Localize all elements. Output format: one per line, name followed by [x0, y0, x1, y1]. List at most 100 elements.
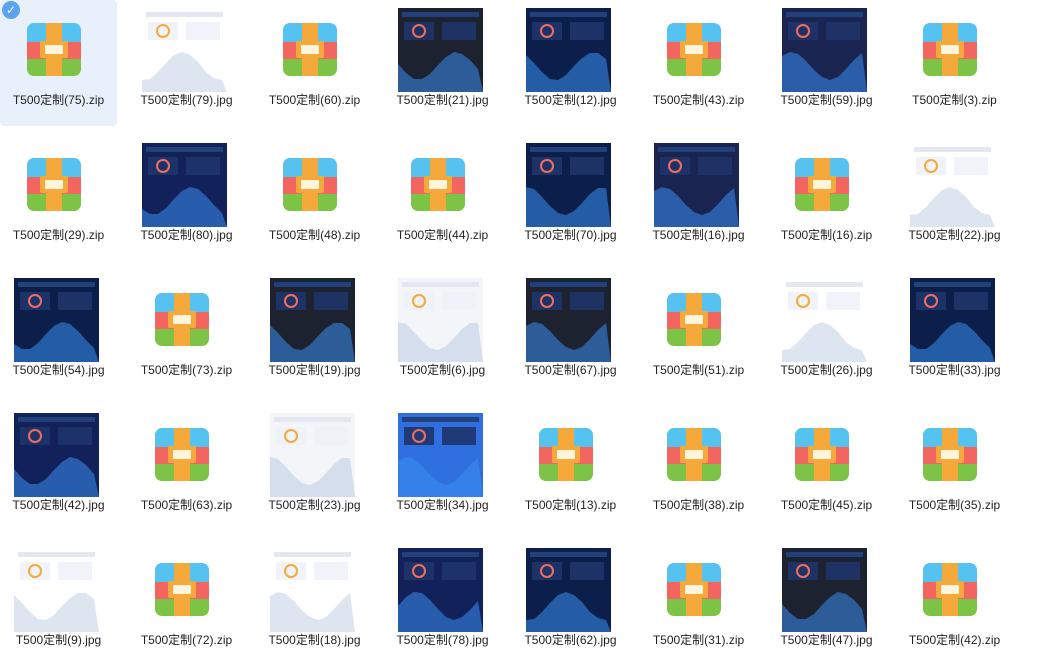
file-name-label: T500定制(12).jpg: [524, 93, 617, 107]
thumbnail-preview: [910, 143, 995, 227]
file-name-label: T500定制(44).zip: [396, 228, 489, 242]
file-item[interactable]: T500定制(42).zip: [896, 540, 1013, 666]
file-item[interactable]: T500定制(78).jpg: [384, 540, 501, 666]
file-item[interactable]: T500定制(79).jpg: [128, 0, 245, 126]
zip-archive-icon: [142, 278, 227, 362]
thumbnail-preview: [142, 143, 227, 227]
file-item[interactable]: T500定制(31).zip: [640, 540, 757, 666]
file-item[interactable]: T500定制(6).jpg: [384, 270, 501, 396]
file-item[interactable]: T500定制(62).jpg: [512, 540, 629, 666]
file-name-label: T500定制(62).jpg: [524, 633, 617, 647]
image-thumbnail: [270, 413, 355, 497]
file-name-label: T500定制(38).zip: [652, 498, 745, 512]
file-item[interactable]: T500定制(60).zip: [256, 0, 373, 126]
thumbnail-preview: [782, 548, 867, 632]
file-item[interactable]: T500定制(21).jpg: [384, 0, 501, 126]
image-thumbnail: [14, 413, 99, 497]
file-item[interactable]: T500定制(48).zip: [256, 135, 373, 261]
image-thumbnail: [142, 143, 227, 227]
image-thumbnail: [398, 548, 483, 632]
file-name-label: T500定制(29).zip: [12, 228, 105, 242]
file-name-label: T500定制(21).jpg: [396, 93, 489, 107]
file-name-label: T500定制(75).zip: [12, 93, 105, 107]
file-item[interactable]: T500定制(29).zip: [0, 135, 117, 261]
zip-archive-icon: [654, 548, 739, 632]
thumbnail-preview: [398, 413, 483, 497]
file-name-label: T500定制(33).jpg: [908, 363, 1001, 377]
file-item[interactable]: T500定制(59).jpg: [768, 0, 885, 126]
image-thumbnail: [654, 143, 739, 227]
zip-archive-icon: [782, 143, 867, 227]
thumbnail-preview: [526, 143, 611, 227]
file-name-label: T500定制(70).jpg: [524, 228, 617, 242]
file-item[interactable]: T500定制(26).jpg: [768, 270, 885, 396]
thumbnail-preview: [654, 143, 739, 227]
zip-archive-icon: [782, 413, 867, 497]
image-thumbnail: [270, 278, 355, 362]
file-name-label: T500定制(42).zip: [908, 633, 1001, 647]
zip-archive-icon: [14, 8, 99, 92]
file-item[interactable]: T500定制(67).jpg: [512, 270, 629, 396]
thumbnail-preview: [526, 278, 611, 362]
file-item[interactable]: T500定制(23).jpg: [256, 405, 373, 531]
file-item[interactable]: T500定制(16).zip: [768, 135, 885, 261]
file-item[interactable]: T500定制(12).jpg: [512, 0, 629, 126]
file-item[interactable]: T500定制(51).zip: [640, 270, 757, 396]
file-item[interactable]: T500定制(22).jpg: [896, 135, 1013, 261]
file-item[interactable]: T500定制(35).zip: [896, 405, 1013, 531]
file-name-label: T500定制(23).jpg: [268, 498, 361, 512]
file-name-label: T500定制(6).jpg: [399, 363, 486, 377]
file-item[interactable]: T500定制(43).zip: [640, 0, 757, 126]
file-item[interactable]: T500定制(44).zip: [384, 135, 501, 261]
file-item[interactable]: T500定制(47).jpg: [768, 540, 885, 666]
zip-archive-icon: [654, 278, 739, 362]
file-item[interactable]: T500定制(38).zip: [640, 405, 757, 531]
file-name-label: T500定制(43).zip: [652, 93, 745, 107]
file-item[interactable]: T500定制(9).jpg: [0, 540, 117, 666]
file-item[interactable]: T500定制(16).jpg: [640, 135, 757, 261]
file-name-label: T500定制(26).jpg: [780, 363, 873, 377]
file-name-label: T500定制(16).jpg: [652, 228, 745, 242]
file-item[interactable]: T500定制(42).jpg: [0, 405, 117, 531]
file-item[interactable]: T500定制(73).zip: [128, 270, 245, 396]
image-thumbnail: [782, 278, 867, 362]
file-name-label: T500定制(9).jpg: [15, 633, 102, 647]
file-item[interactable]: T500定制(54).jpg: [0, 270, 117, 396]
file-item[interactable]: T500定制(63).zip: [128, 405, 245, 531]
zip-archive-icon: [398, 143, 483, 227]
file-item[interactable]: T500定制(3).zip: [896, 0, 1013, 126]
file-item[interactable]: T500定制(80).jpg: [128, 135, 245, 261]
file-name-label: T500定制(42).jpg: [12, 498, 105, 512]
file-item[interactable]: T500定制(19).jpg: [256, 270, 373, 396]
file-name-label: T500定制(16).zip: [780, 228, 873, 242]
file-item[interactable]: T500定制(13).zip: [512, 405, 629, 531]
file-item[interactable]: T500定制(45).zip: [768, 405, 885, 531]
file-item[interactable]: T500定制(33).jpg: [896, 270, 1013, 396]
image-thumbnail: [270, 548, 355, 632]
file-item[interactable]: T500定制(70).jpg: [512, 135, 629, 261]
image-thumbnail: [910, 278, 995, 362]
file-name-label: T500定制(72).zip: [140, 633, 233, 647]
zip-archive-icon: [270, 143, 355, 227]
image-thumbnail: [910, 143, 995, 227]
file-name-label: T500定制(31).zip: [652, 633, 745, 647]
thumbnail-preview: [398, 548, 483, 632]
image-thumbnail: [14, 548, 99, 632]
file-name-label: T500定制(35).zip: [908, 498, 1001, 512]
file-name-label: T500定制(78).jpg: [396, 633, 489, 647]
thumbnail-preview: [270, 413, 355, 497]
thumbnail-preview: [782, 278, 867, 362]
file-item[interactable]: T500定制(72).zip: [128, 540, 245, 666]
selected-check-icon[interactable]: ✓: [2, 1, 20, 19]
file-name-label: T500定制(18).jpg: [268, 633, 361, 647]
thumbnail-preview: [398, 278, 483, 362]
zip-archive-icon: [142, 548, 227, 632]
file-item[interactable]: T500定制(75).zip ✓: [0, 0, 117, 126]
zip-archive-icon: [526, 413, 611, 497]
file-item[interactable]: T500定制(18).jpg: [256, 540, 373, 666]
file-name-label: T500定制(3).zip: [912, 93, 997, 107]
file-name-label: T500定制(59).jpg: [780, 93, 873, 107]
file-name-label: T500定制(19).jpg: [268, 363, 361, 377]
file-item[interactable]: T500定制(34).jpg: [384, 405, 501, 531]
thumbnail-preview: [270, 548, 355, 632]
